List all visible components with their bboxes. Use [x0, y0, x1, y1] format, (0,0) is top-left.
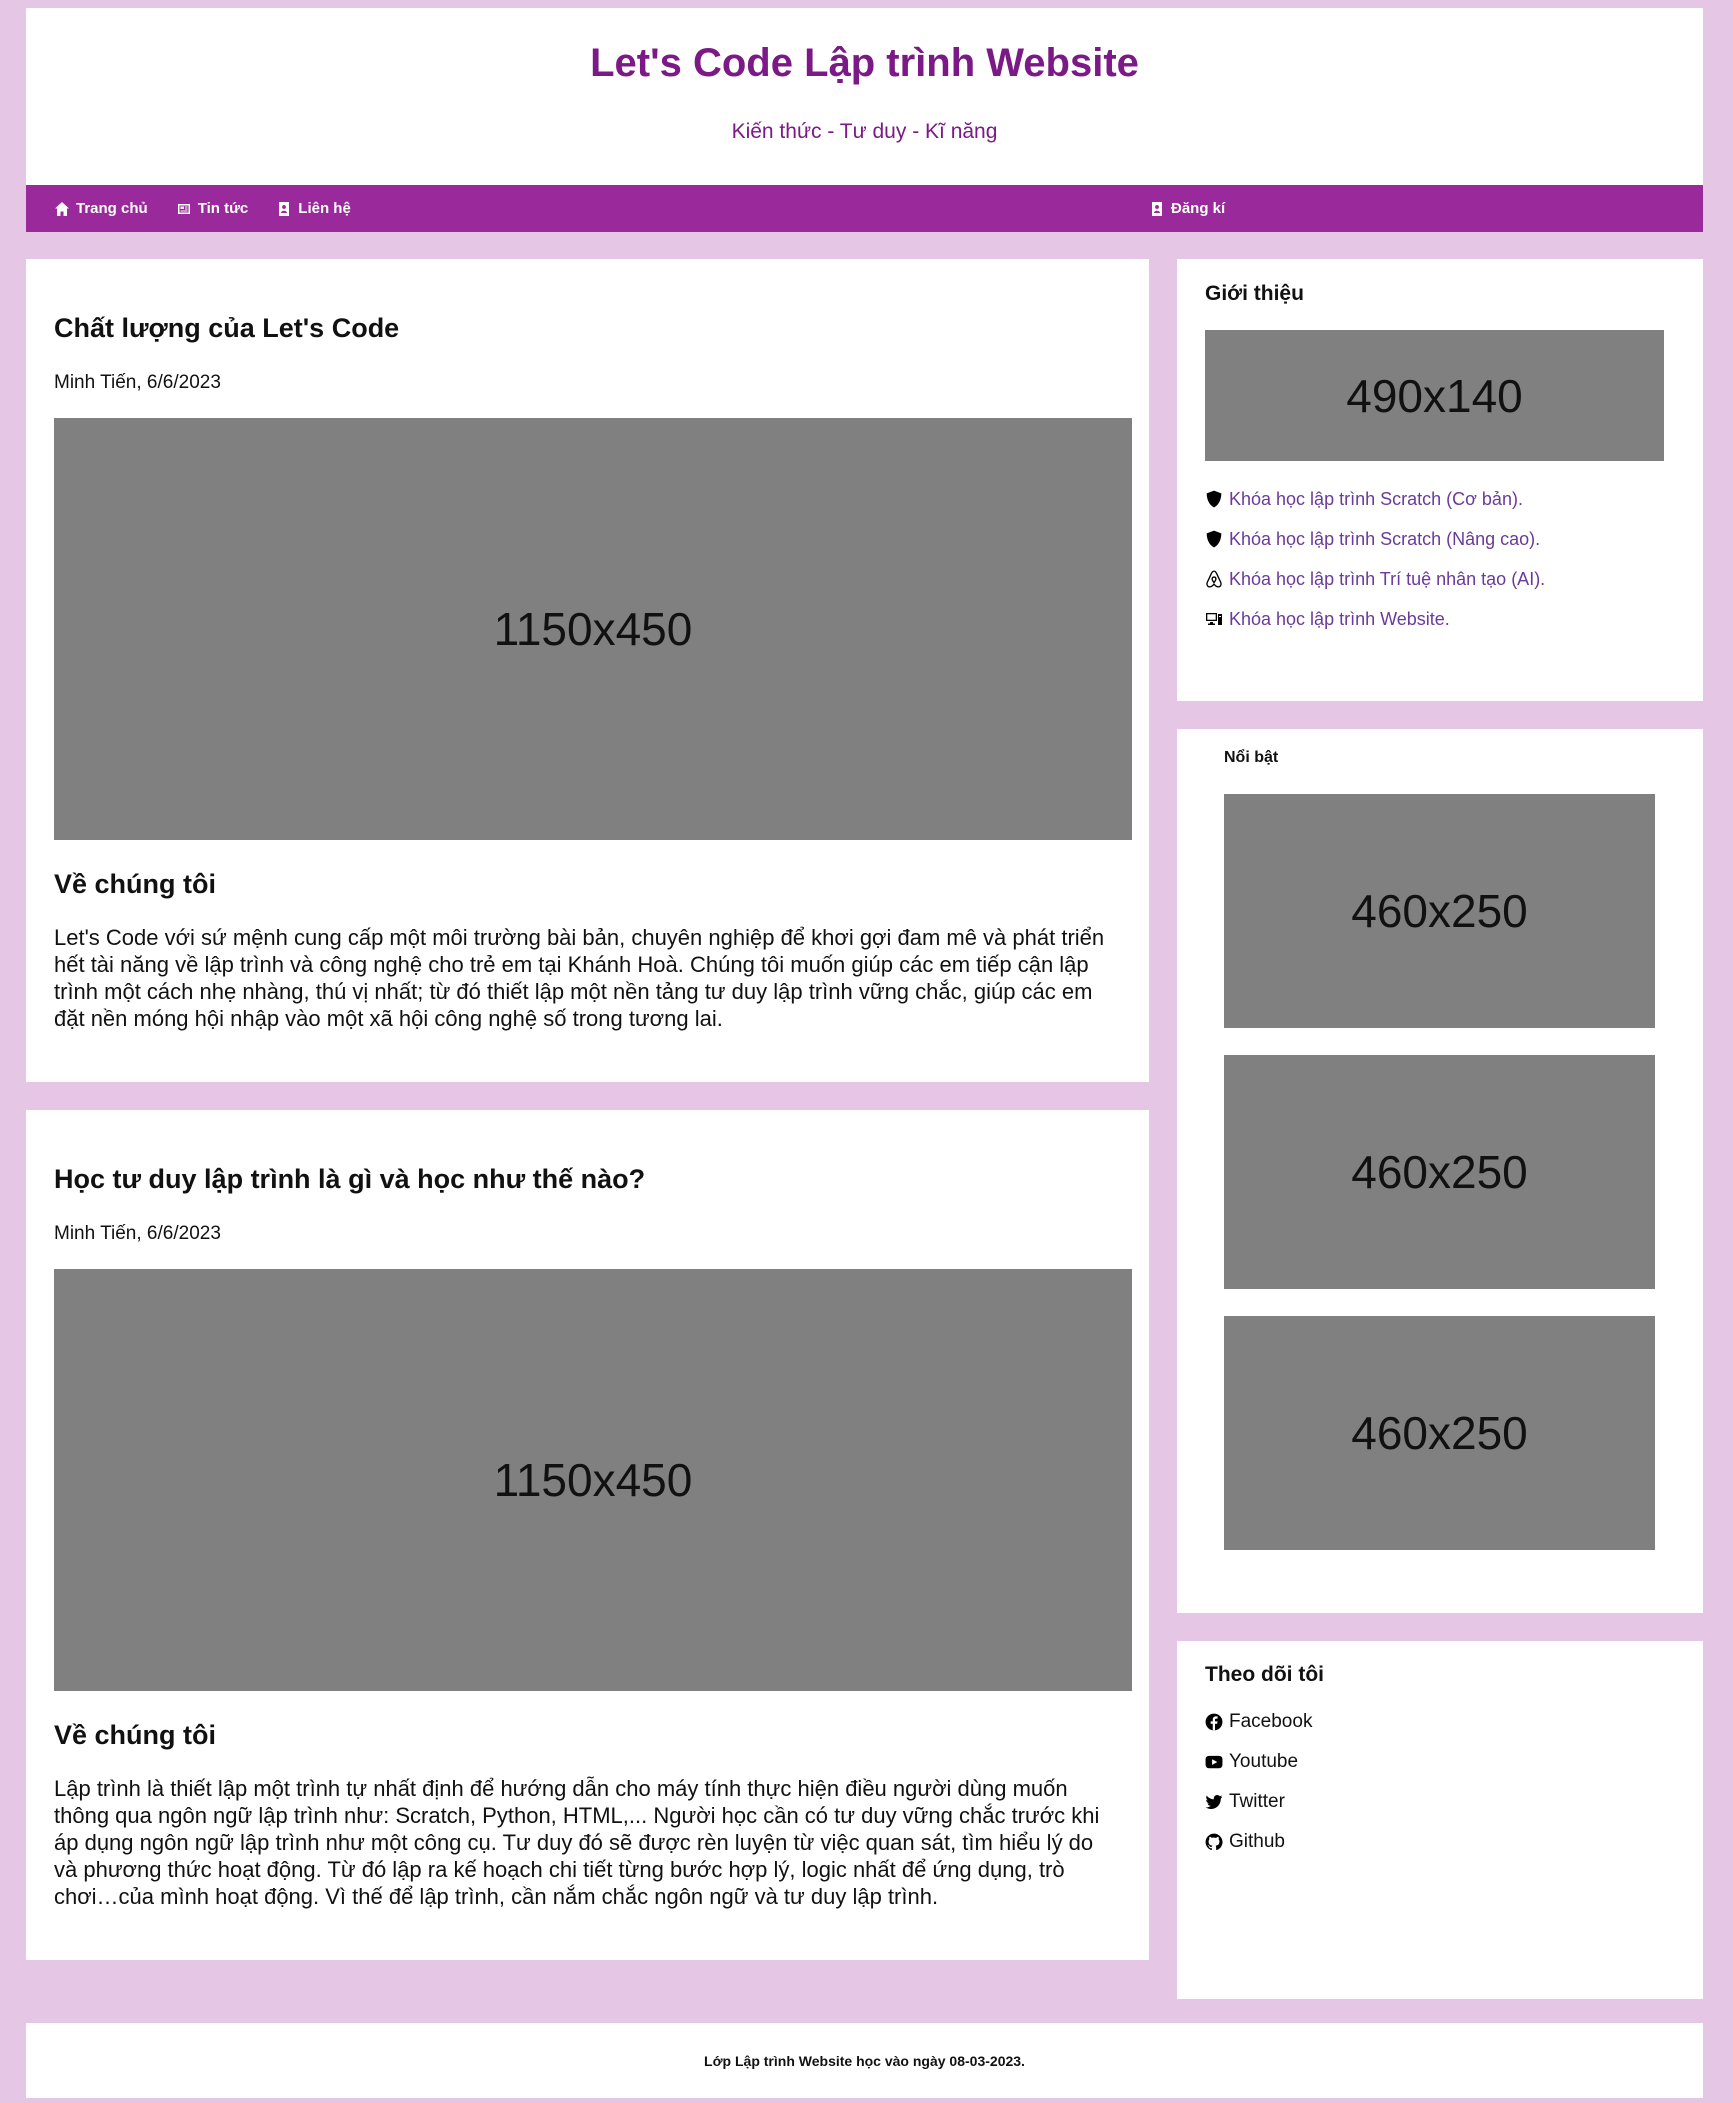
- featured-image: 460x250: [1224, 1055, 1655, 1289]
- contact-icon: [279, 201, 290, 216]
- course-link[interactable]: Khóa học lập trình Website.: [1205, 599, 1665, 639]
- featured-title: Nổi bật: [1224, 749, 1279, 766]
- airbnb-icon: [1206, 570, 1222, 588]
- post-meta: Minh Tiến, 6/6/2023: [54, 372, 221, 393]
- intro-title: Giới thiệu: [1205, 282, 1304, 305]
- featured-card: Nổi bật 460x250 460x250 460x250: [1177, 729, 1703, 1613]
- site-footer: Lớp Lập trình Website học vào ngày 08-03…: [26, 2023, 1703, 2098]
- image-size-label: 460x250: [1351, 1146, 1528, 1198]
- post-section-title: Về chúng tôi: [54, 1720, 216, 1750]
- social-label: Youtube: [1229, 1751, 1299, 1772]
- course-link[interactable]: Khóa học lập trình Trí tuệ nhân tạo (AI)…: [1205, 559, 1665, 599]
- home-icon: [55, 201, 69, 216]
- nav-item-home[interactable]: Trang chủ: [54, 200, 148, 217]
- featured-image: 460x250: [1224, 794, 1655, 1028]
- post-title[interactable]: Học tư duy lập trình là gì và học như th…: [54, 1163, 1121, 1195]
- follow-card: Theo dõi tôi Facebook Youtube Twitter Gi…: [1177, 1641, 1703, 1999]
- image-size-label: 490x140: [1346, 369, 1523, 422]
- course-label: Khóa học lập trình Trí tuệ nhân tạo (AI)…: [1229, 568, 1546, 589]
- social-label: Facebook: [1229, 1711, 1313, 1732]
- featured-image: 460x250: [1224, 1316, 1655, 1550]
- post-title[interactable]: Chất lượng của Let's Code: [54, 312, 1121, 344]
- contact-icon: [1152, 201, 1162, 216]
- social-link-twitter[interactable]: Twitter: [1205, 1782, 1665, 1822]
- site-header: Let's Code Lập trình Website Kiến thức -…: [26, 8, 1703, 185]
- intro-card: Giới thiệu 490x140 Khóa học lập trình Sc…: [1177, 259, 1703, 701]
- social-link-github[interactable]: Github: [1205, 1822, 1665, 1862]
- course-link[interactable]: Khóa học lập trình Scratch (Cơ bản).: [1205, 479, 1665, 519]
- course-label: Khóa học lập trình Website.: [1229, 608, 1450, 629]
- image-size-label: 1150x450: [493, 1454, 693, 1506]
- post-body: Lập trình là thiết lập một trình tự nhất…: [54, 1776, 1100, 1909]
- image-size-label: 460x250: [1351, 885, 1528, 937]
- post-image: 1150x450: [54, 1269, 1132, 1691]
- image-size-label: 460x250: [1351, 1407, 1528, 1459]
- posts-column: Chất lượng của Let's Code Minh Tiến, 6/6…: [26, 259, 1149, 1999]
- post-card: Chất lượng của Let's Code Minh Tiến, 6/6…: [26, 259, 1149, 1082]
- shield-icon: [1206, 530, 1222, 548]
- nav-item-label: Trang chủ: [76, 200, 148, 217]
- newspaper-icon: [177, 203, 190, 214]
- github-icon: [1205, 1833, 1223, 1851]
- post-body: Let's Code với sứ mệnh cung cấp một môi …: [54, 925, 1105, 1031]
- shield-icon: [1206, 490, 1222, 508]
- page: Let's Code Lập trình Website Kiến thức -…: [26, 8, 1703, 2098]
- youtube-icon: [1205, 1755, 1223, 1769]
- social-link-facebook[interactable]: Facebook: [1205, 1702, 1665, 1742]
- social-label: Twitter: [1229, 1791, 1285, 1812]
- social-list: Facebook Youtube Twitter Github: [1205, 1702, 1665, 1862]
- post-section-title: Về chúng tôi: [54, 869, 216, 899]
- post-image: 1150x450: [54, 418, 1132, 840]
- site-title: Let's Code Lập trình Website: [590, 41, 1139, 85]
- post-card: Học tư duy lập trình là gì và học như th…: [26, 1110, 1149, 1960]
- course-label: Khóa học lập trình Scratch (Nâng cao).: [1229, 528, 1541, 549]
- nav-item-label: Tin tức: [197, 200, 249, 217]
- image-size-label: 1150x450: [493, 603, 693, 655]
- computer-icon: [1206, 613, 1222, 625]
- site-subtitle: Kiến thức - Tư duy - Kĩ năng: [731, 120, 998, 143]
- nav-item-label: Liên hệ: [298, 200, 351, 217]
- main-content: Chất lượng của Let's Code Minh Tiến, 6/6…: [26, 259, 1703, 1999]
- nav-item-label: Đăng kí: [1171, 200, 1226, 217]
- social-link-youtube[interactable]: Youtube: [1205, 1742, 1665, 1782]
- course-label: Khóa học lập trình Scratch (Cơ bản).: [1229, 488, 1523, 509]
- nav-item-news[interactable]: Tin tức: [176, 200, 249, 217]
- course-list: Khóa học lập trình Scratch (Cơ bản). Khó…: [1205, 479, 1665, 639]
- nav-item-contact[interactable]: Liên hệ: [276, 200, 351, 217]
- top-nav: Trang chủ Tin tức Liên hệ Đăng kí: [26, 185, 1703, 232]
- facebook-icon: [1205, 1713, 1223, 1731]
- intro-image: 490x140: [1205, 330, 1664, 461]
- social-label: Github: [1229, 1831, 1285, 1852]
- twitter-icon: [1205, 1795, 1223, 1809]
- sidebar: Giới thiệu 490x140 Khóa học lập trình Sc…: [1177, 259, 1703, 1999]
- follow-title: Theo dõi tôi: [1205, 1663, 1324, 1686]
- post-meta: Minh Tiến, 6/6/2023: [54, 1223, 221, 1244]
- course-link[interactable]: Khóa học lập trình Scratch (Nâng cao).: [1205, 519, 1665, 559]
- nav-item-register[interactable]: Đăng kí: [1149, 200, 1675, 217]
- footer-text: Lớp Lập trình Website học vào ngày 08-03…: [704, 2052, 1025, 2069]
